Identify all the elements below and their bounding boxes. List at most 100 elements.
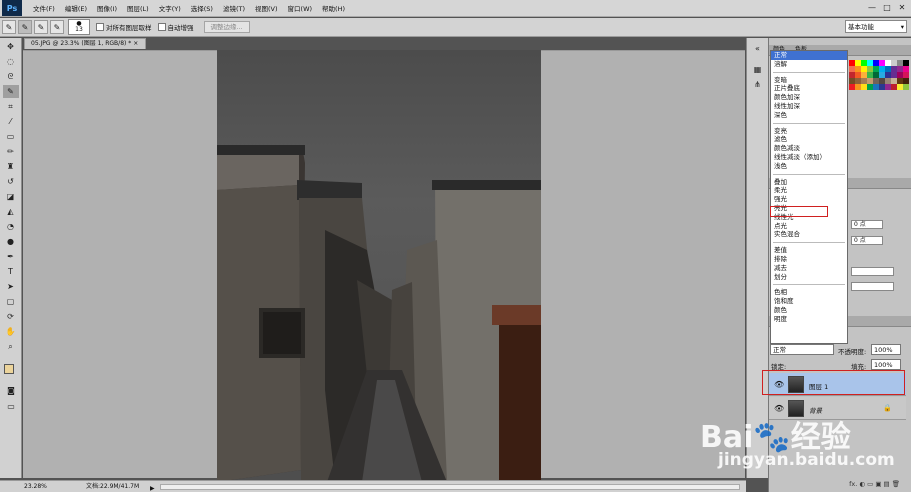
screen-mode-icon[interactable]: ▭: [3, 400, 19, 413]
opacity-field[interactable]: 100%: [871, 344, 901, 355]
opacity-label: 不透明度:: [838, 348, 867, 356]
marquee-tool-icon[interactable]: ◌: [3, 55, 19, 68]
blend-mode-option[interactable]: 深色: [771, 111, 847, 120]
workspace-select[interactable]: 基本功能: [845, 20, 907, 33]
photoshop-logo: Ps: [2, 0, 22, 16]
blend-mode-option[interactable]: 正片叠底: [771, 84, 847, 93]
clone-stamp-tool-icon[interactable]: ♜: [3, 160, 19, 173]
close-button[interactable]: ✕: [895, 2, 909, 14]
blend-mode-option[interactable]: 滤色: [771, 135, 847, 144]
swatch-grid[interactable]: [849, 60, 909, 98]
blend-mode-option[interactable]: 划分: [771, 273, 847, 282]
watermark-url: jingyan.baidu.com: [718, 450, 895, 470]
style-dropdown-2[interactable]: [851, 282, 894, 291]
auto-enhance-label: 自动增强: [167, 24, 194, 32]
minimize-button[interactable]: —: [865, 2, 879, 14]
eraser-tool-icon[interactable]: ◪: [3, 190, 19, 203]
pen-tool-icon[interactable]: ✒: [3, 250, 19, 263]
blend-mode-option[interactable]: 强光: [771, 195, 847, 204]
menu-item[interactable]: 选择(S): [186, 3, 218, 13]
type-tool-icon[interactable]: T: [3, 265, 19, 278]
move-tool-icon[interactable]: ✥: [3, 40, 19, 53]
blend-mode-option[interactable]: 色相: [771, 288, 847, 297]
dodge-tool-icon[interactable]: ●: [3, 235, 19, 248]
document-image[interactable]: [217, 50, 541, 482]
hand-tool-icon[interactable]: ✋: [3, 325, 19, 338]
blend-mode-option[interactable]: 颜色: [771, 306, 847, 315]
paint-bucket-tool-icon[interactable]: ◭: [3, 205, 19, 218]
zoom-tool-icon[interactable]: ⌕: [3, 340, 19, 353]
quick-selection-tool-icon[interactable]: ✎: [2, 85, 19, 98]
shape-tool-icon[interactable]: ▢: [3, 295, 19, 308]
blend-mode-option[interactable]: 溶解: [771, 60, 847, 69]
menu-separator: [773, 239, 845, 244]
auto-enhance-checkbox[interactable]: [157, 23, 166, 31]
fill-field[interactable]: 100%: [871, 359, 901, 370]
document-tab[interactable]: 05.JPG @ 23.3% (图层 1, RGB/8) * ×: [24, 38, 146, 49]
blend-mode-option[interactable]: 差值: [771, 246, 847, 255]
menu-item[interactable]: 图像(I): [92, 3, 122, 13]
blend-mode-option[interactable]: 正常: [771, 51, 847, 60]
blend-mode-select[interactable]: 正常: [770, 344, 834, 355]
menu-item[interactable]: 文字(Y): [154, 3, 186, 13]
brush-icon: ✎: [5, 22, 13, 32]
brush-size-picker[interactable]: ● 13: [68, 19, 90, 35]
document-close-icon[interactable]: ×: [133, 40, 138, 47]
horizontal-scrollbar[interactable]: [160, 484, 740, 490]
tool-presets-icon[interactable]: ⋔: [750, 78, 766, 91]
quick-mask-icon[interactable]: ◙: [3, 384, 19, 397]
history-panel-icon[interactable]: ▦: [750, 63, 766, 76]
menu-list: 文件(F) 编辑(E) 图像(I) 图层(L) 文字(Y) 选择(S) 滤镜(T) 视图(V)…: [28, 3, 350, 13]
sample-all-layers-checkbox[interactable]: [96, 23, 104, 31]
window-controls: — □ ✕: [864, 2, 909, 14]
refine-edge-button[interactable]: 调整边缘...: [203, 21, 250, 33]
menu-item[interactable]: 滤镜(T): [218, 3, 250, 13]
lock-icon: 🔒: [883, 404, 892, 412]
new-selection-button[interactable]: ✎: [18, 20, 32, 34]
lasso-tool-icon[interactable]: ᘓ: [3, 70, 19, 83]
menu-item[interactable]: 帮助(H): [317, 3, 350, 13]
blur-tool-icon[interactable]: ◔: [3, 220, 19, 233]
foreground-color-swatch[interactable]: [4, 364, 14, 374]
menu-item[interactable]: 文件(F): [28, 3, 60, 13]
shape-field-2[interactable]: 0 点: [851, 236, 883, 245]
blend-mode-option[interactable]: 颜色加深: [771, 93, 847, 102]
history-brush-tool-icon[interactable]: ↺: [3, 175, 19, 188]
tool-preset-button[interactable]: ✎: [2, 20, 16, 34]
menu-separator: [773, 171, 845, 175]
add-selection-button[interactable]: ✎: [34, 20, 48, 34]
crop-tool-icon[interactable]: ⌗: [3, 100, 19, 113]
menu-item[interactable]: 编辑(E): [60, 3, 92, 13]
blend-mode-option[interactable]: 线性减淡（添加）: [771, 153, 847, 162]
blend-mode-option[interactable]: 柔光: [771, 186, 847, 195]
healing-tool-icon[interactable]: ▭: [3, 130, 19, 143]
subtract-selection-button[interactable]: ✎: [50, 20, 64, 34]
path-selection-tool-icon[interactable]: ➤: [3, 280, 19, 293]
blend-mode-option[interactable]: 明度: [771, 315, 847, 324]
shape-field-1[interactable]: 0 点: [851, 220, 883, 229]
collapse-panels-icon[interactable]: «: [750, 42, 766, 55]
menu-item[interactable]: 窗口(W): [283, 3, 318, 13]
blend-mode-option[interactable]: 饱和度: [771, 297, 847, 306]
blend-mode-option[interactable]: 减去: [771, 264, 847, 273]
blend-mode-option[interactable]: 线性加深: [771, 102, 847, 111]
blend-mode-option[interactable]: 实色混合: [771, 230, 847, 239]
color-swatch[interactable]: [903, 84, 909, 90]
zoom-level[interactable]: 23.28%: [24, 481, 47, 492]
sample-all-layers-label: 对所有图层取样: [106, 24, 152, 32]
blend-mode-option[interactable]: 排除: [771, 255, 847, 264]
brush-minus-icon: ✎: [53, 22, 61, 32]
document-tab-title: 05.JPG @ 23.3% (图层 1, RGB/8) *: [31, 40, 132, 47]
brush-tool-icon[interactable]: ✏: [3, 145, 19, 158]
layer-highlight-box: [762, 370, 905, 395]
3d-rotate-tool-icon[interactable]: ⟳: [3, 310, 19, 323]
blend-mode-option[interactable]: 浅色: [771, 162, 847, 171]
eyedropper-tool-icon[interactable]: ⁄: [3, 115, 19, 128]
maximize-button[interactable]: □: [880, 2, 894, 14]
blend-mode-option[interactable]: 颜色减淡: [771, 144, 847, 153]
style-dropdown-1[interactable]: [851, 267, 894, 276]
menu-item[interactable]: 视图(V): [250, 3, 283, 13]
menu-item[interactable]: 图层(L): [122, 3, 154, 13]
scroll-right-icon[interactable]: ▶: [150, 483, 155, 492]
layers-footer-icons[interactable]: fx. ◐ ▭ ▣ ▤ 🗑: [769, 478, 906, 490]
